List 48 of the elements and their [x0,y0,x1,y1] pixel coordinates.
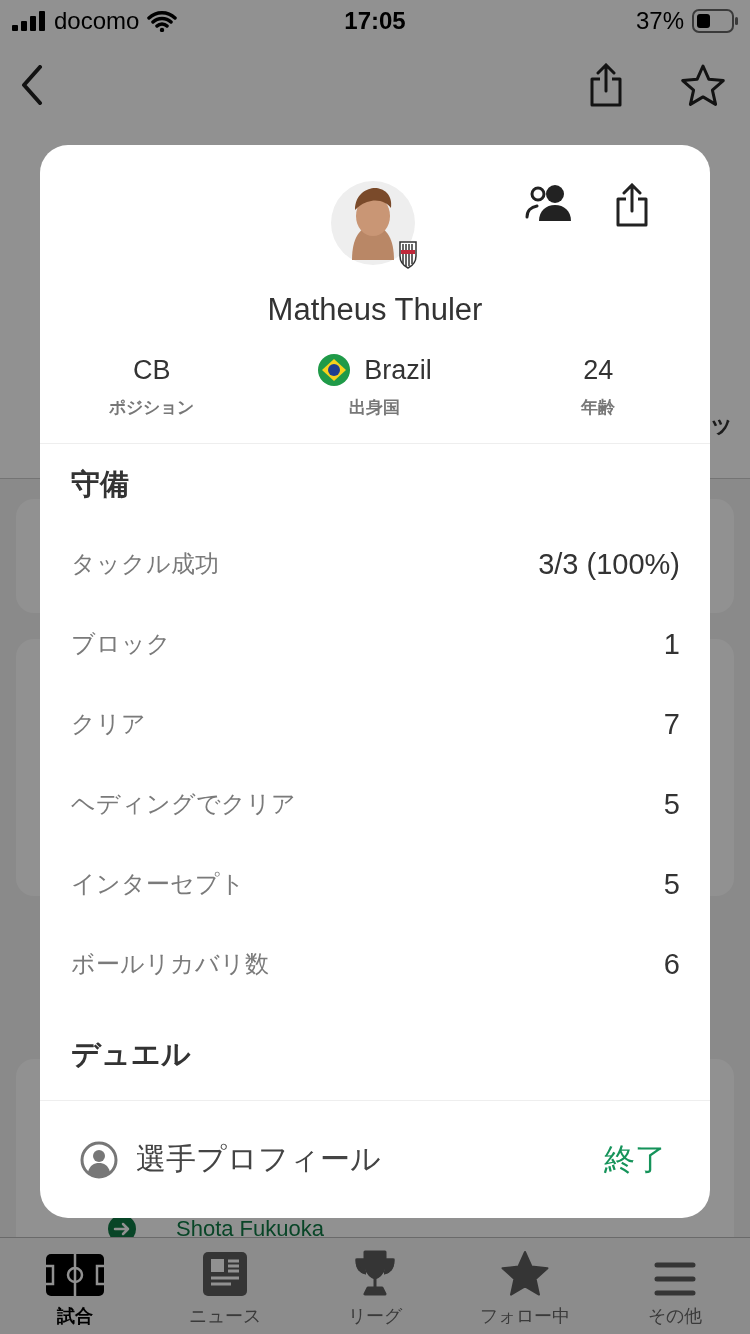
stat-label: ブロック [71,629,171,659]
stat-label: クリア [71,709,146,739]
profile-link[interactable]: 選手プロフィール [80,1139,381,1180]
stat-value: 3/3 (100%) [538,547,680,581]
back-icon[interactable] [20,65,44,105]
country-name: Brazil [364,354,432,386]
stat-value: 1 [663,627,680,661]
fact-value: CB [132,354,171,386]
section-title: 守備 [71,467,130,502]
share-icon[interactable] [588,63,624,107]
battery-percent: 37% [635,7,684,35]
stat-label: インターセプト [71,869,245,899]
player-name: Matheus Thuler [266,292,484,328]
fact-label: ポジション [109,397,195,419]
share-icon[interactable] [614,183,650,227]
stat-value: 5 [663,867,680,901]
tab-bar-item[interactable]: その他 [600,1238,750,1334]
fact-value: 24 [583,354,614,386]
people-icon[interactable] [524,183,574,223]
star-icon[interactable] [680,63,726,107]
fact-label: 出身国 [349,397,401,419]
section-title: デュエル [71,1037,192,1072]
signal-icon [12,11,46,31]
stat-label: ボールリカバリ数 [71,949,269,979]
stat-value: 7 [663,707,680,741]
close-button[interactable]: 終了 [600,1132,670,1187]
flag-icon [318,354,351,386]
battery-icon [692,9,738,33]
tab-bar-item[interactable]: フォロー中 [450,1238,600,1334]
trophy-icon [353,1250,397,1296]
stat-label: タックル成功 [71,549,219,579]
newspaper-icon [203,1252,247,1296]
player-name[interactable]: Shota Fukuoka [176,1220,324,1237]
tab-bar-item[interactable]: ニュース [150,1238,300,1334]
stat-label: ヘディングでクリア [71,789,296,819]
tab-label[interactable]: ッ [709,408,734,440]
tab-bar-item[interactable]: リーグ [300,1238,450,1334]
menu-icon [654,1262,696,1296]
stat-value: 6 [663,947,680,981]
star-icon [501,1250,549,1296]
tab-bar-item[interactable]: 試合 [0,1238,150,1334]
person-icon [80,1140,118,1179]
stat-value: 5 [663,787,680,821]
clock-time: 17:05 [344,7,406,35]
pitch-icon [46,1254,104,1296]
wifi-icon [147,10,178,32]
carrier-name: docomo [54,7,140,35]
fact-label: 年齢 [581,397,616,419]
